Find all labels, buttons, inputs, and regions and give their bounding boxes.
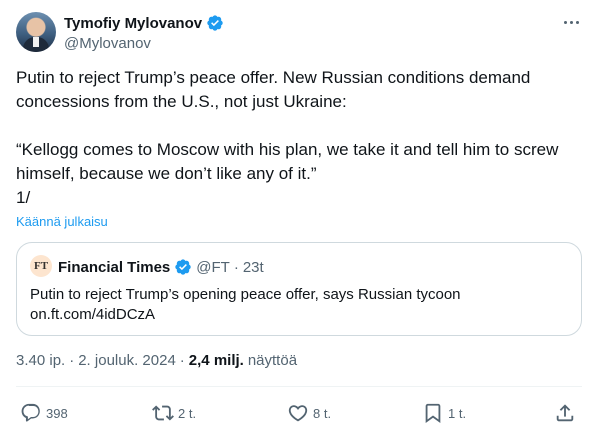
reply-icon (21, 403, 40, 422)
avatar-shirt (33, 37, 39, 47)
reply-count: 398 (46, 405, 68, 421)
repost-count: 2 t. (178, 405, 197, 421)
quote-text: Putin to reject Trump’s opening peace of… (30, 286, 461, 323)
tweet-meta: 3.40 ip. · 2. jouluk. 2024 · 2,4 milj. n… (16, 352, 297, 369)
quote-header: Financial Times @FT · 23t (58, 257, 264, 277)
tweet-time[interactable]: 3.40 ip. (16, 352, 65, 369)
bookmark-button[interactable]: 1 t. (422, 400, 466, 426)
reply-button[interactable]: 398 (20, 400, 68, 426)
ft-logo-icon: FT (30, 255, 52, 277)
repost-button[interactable]: 2 t. (152, 400, 196, 426)
author-handle[interactable]: @Mylovanov (64, 35, 224, 52)
views-label: näyttöä (247, 352, 298, 369)
like-button[interactable]: 8 t. (287, 400, 331, 426)
bookmark-icon (425, 403, 441, 424)
meta-separator: · (69, 352, 75, 369)
share-icon (556, 404, 574, 422)
tweet-text: Putin to reject Trump’s peace offer. New… (16, 68, 559, 207)
verified-badge-icon[interactable] (206, 14, 224, 32)
heart-icon (288, 405, 308, 422)
quoted-tweet[interactable]: FT Financial Times @FT · 23t Putin to re… (16, 242, 582, 336)
author-info: Tymofiy Mylovanov @Mylovanov (64, 13, 224, 52)
divider (16, 386, 582, 387)
like-count: 8 t. (313, 405, 332, 421)
more-options-icon[interactable] (560, 14, 582, 30)
repost-icon (152, 405, 174, 421)
share-button[interactable] (554, 400, 576, 426)
quote-age: 23t (242, 258, 264, 276)
tweet-card: Tymofiy Mylovanov @Mylovanov Putin to re… (0, 0, 598, 437)
author-avatar[interactable] (16, 12, 56, 52)
meta-separator: · (179, 352, 185, 369)
quote-handle: @FT (196, 258, 230, 276)
action-bar: 398 2 t. 8 t. 1 t. (16, 400, 582, 426)
author-name[interactable]: Tymofiy Mylovanov (64, 15, 202, 32)
author-name-row: Tymofiy Mylovanov (64, 13, 224, 33)
tweet-date[interactable]: 2. jouluk. 2024 (78, 352, 176, 369)
quote-verified-badge-icon (174, 258, 192, 276)
views-count: 2,4 milj. (188, 352, 244, 369)
quote-separator: · (233, 258, 239, 276)
quote-author-name: Financial Times (58, 258, 171, 276)
translate-link[interactable]: Käännä julkaisu (16, 214, 108, 229)
bookmark-count: 1 t. (448, 405, 467, 421)
